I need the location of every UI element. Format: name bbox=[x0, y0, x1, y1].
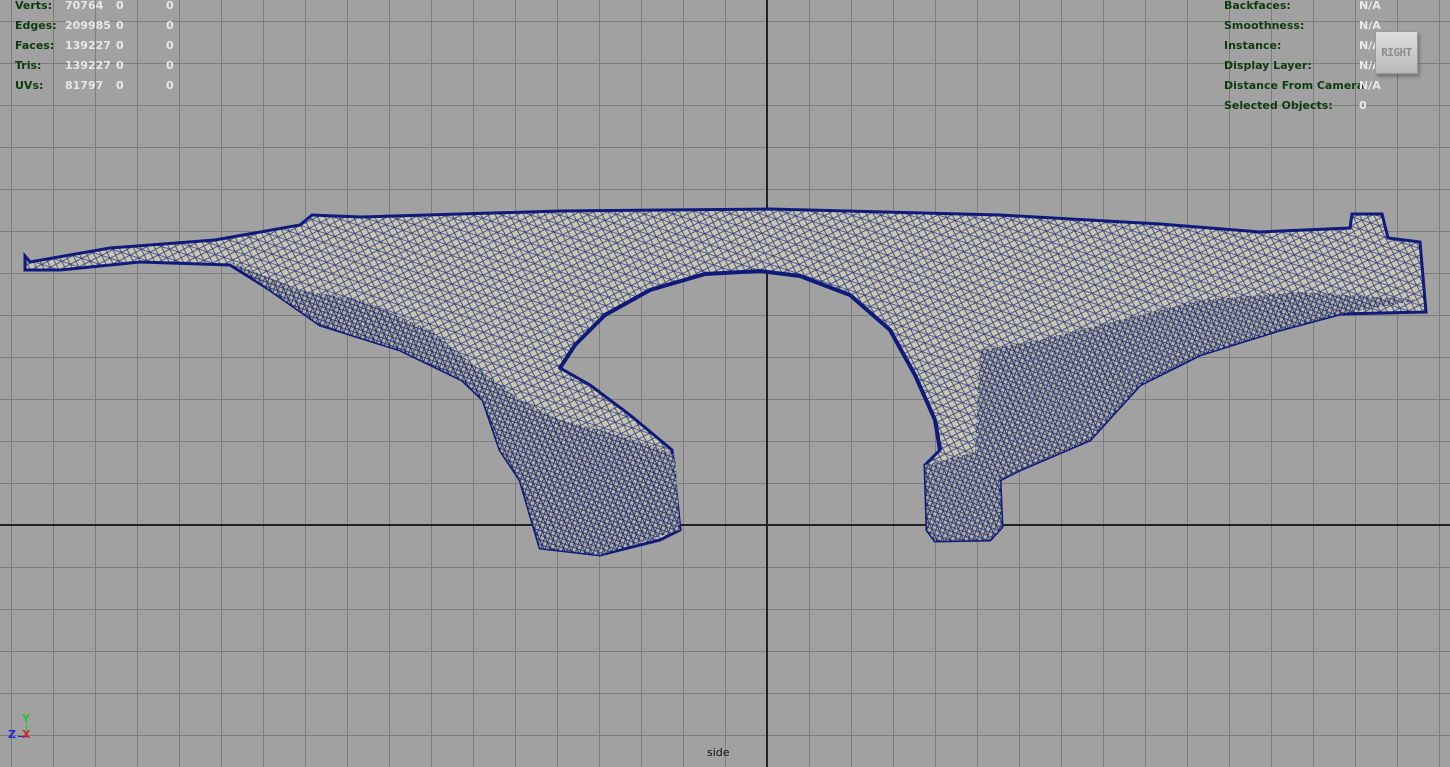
hud-label: Backfaces: bbox=[1224, 0, 1291, 12]
hud-value: N/A bbox=[1359, 0, 1381, 12]
hud-label: Display Layer: bbox=[1224, 59, 1312, 72]
hud-value: 209985 bbox=[65, 19, 111, 32]
hud-label: Faces: bbox=[15, 39, 55, 52]
hud-label: Tris: bbox=[15, 59, 42, 72]
axis-x-label: X bbox=[22, 728, 31, 741]
hud-value: 0 bbox=[116, 19, 124, 32]
hud-label: Selected Objects: bbox=[1224, 99, 1333, 112]
hud-row-tris: Tris: 139227 0 0 bbox=[15, 56, 174, 76]
side-viewport[interactable]: Verts: 70764 0 0 Edges: 209985 0 0 Faces… bbox=[0, 0, 1450, 767]
hud-value: 0 bbox=[166, 19, 174, 32]
hud-value: N/A bbox=[1359, 79, 1381, 92]
hud-row-smoothness: Smoothness: N/A bbox=[1224, 16, 1381, 36]
hud-label: Instance: bbox=[1224, 39, 1282, 52]
hud-value: 0 bbox=[1359, 99, 1367, 112]
hud-label: Distance From Camera: bbox=[1224, 79, 1369, 92]
hud-value: 139227 bbox=[65, 39, 111, 52]
hud-value: 70764 bbox=[65, 0, 104, 12]
hud-value: 139227 bbox=[65, 59, 111, 72]
hud-value: 81797 bbox=[65, 79, 104, 92]
hud-label: Smoothness: bbox=[1224, 19, 1305, 32]
hud-label: Edges: bbox=[15, 19, 57, 32]
hud-row-display-layer: Display Layer: N/A bbox=[1224, 56, 1381, 76]
hud-value: 0 bbox=[166, 59, 174, 72]
axis-gizmo: Y Z X bbox=[8, 712, 40, 744]
hud-value: 0 bbox=[116, 0, 124, 12]
hud-label: Verts: bbox=[15, 0, 53, 12]
hud-value: 0 bbox=[166, 79, 174, 92]
hud-row-selected-objects: Selected Objects: 0 bbox=[1224, 96, 1369, 116]
view-cube-label: RIGHT bbox=[1381, 46, 1412, 59]
hud-label: UVs: bbox=[15, 79, 44, 92]
hud-value: 0 bbox=[116, 79, 124, 92]
hud-row-instance: Instance: N/A bbox=[1224, 36, 1381, 56]
hud-value: 0 bbox=[116, 59, 124, 72]
hud-value: 0 bbox=[166, 0, 174, 12]
hud-value: 0 bbox=[116, 39, 124, 52]
view-cube[interactable]: RIGHT bbox=[1375, 31, 1418, 74]
camera-name-label: side bbox=[707, 746, 730, 759]
hud-value: 0 bbox=[166, 39, 174, 52]
bridge-deck bbox=[23, 207, 1428, 557]
poly-count-hud: Verts: 70764 0 0 Edges: 209985 0 0 Faces… bbox=[15, 0, 174, 96]
hud-row-edges: Edges: 209985 0 0 bbox=[15, 16, 174, 36]
hud-row-backfaces: Backfaces: N/A bbox=[1224, 0, 1381, 16]
object-details-hud: Backfaces: N/A Smoothness: N/A Instance:… bbox=[1224, 0, 1381, 116]
hud-row-distance: Distance From Camera: N/A bbox=[1224, 76, 1381, 96]
hud-row-uvs: UVs: 81797 0 0 bbox=[15, 76, 174, 96]
axis-z-label: Z bbox=[8, 728, 16, 741]
hud-row-verts: Verts: 70764 0 0 bbox=[15, 0, 174, 16]
hud-row-faces: Faces: 139227 0 0 bbox=[15, 36, 174, 56]
